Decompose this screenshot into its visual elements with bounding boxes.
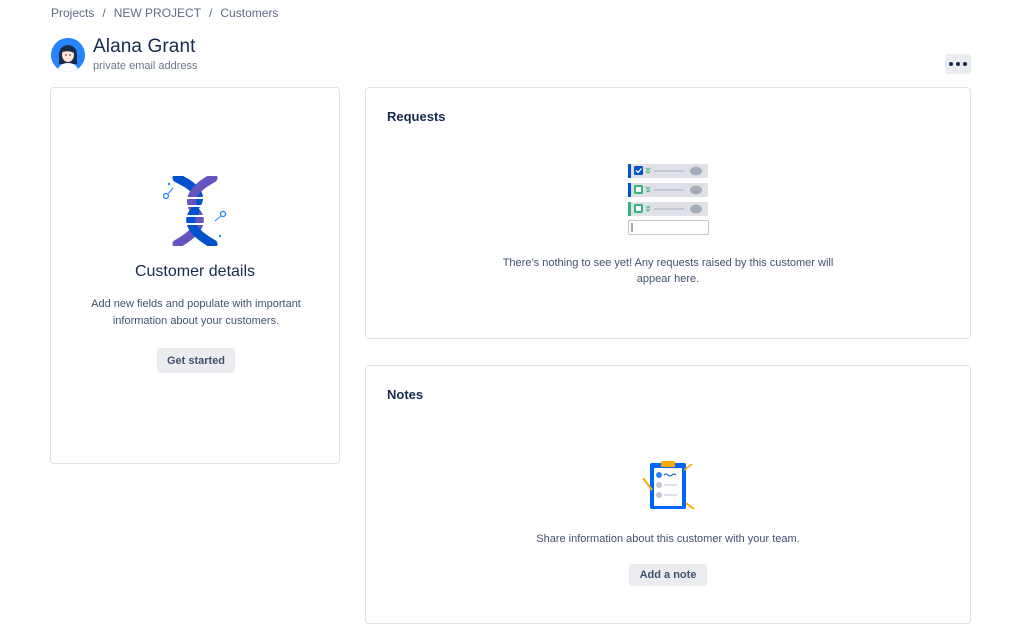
notes-card: Notes Share information about this custo… (365, 365, 971, 624)
customer-name: Alana Grant (93, 36, 196, 57)
breadcrumb-projects[interactable]: Projects (51, 6, 94, 20)
person-avatar-icon (51, 37, 85, 72)
customer-details-card: Customer details Add new fields and popu… (50, 87, 340, 464)
requests-heading: Requests (387, 109, 446, 124)
customer-details-title: Customer details (134, 263, 256, 280)
notes-empty-text: Share information about this customer wi… (536, 533, 800, 545)
clipboard-icon (642, 460, 696, 517)
more-horizontal-icon (949, 62, 953, 66)
notes-heading: Notes (387, 387, 424, 402)
breadcrumb: Projects / NEW PROJECT / Customers (51, 6, 278, 20)
breadcrumb-separator: / (209, 6, 213, 20)
customer-email: private email address (93, 60, 198, 72)
breadcrumb-customers[interactable]: Customers (220, 6, 278, 20)
checklist-icon (626, 162, 710, 241)
breadcrumb-project[interactable]: NEW PROJECT (114, 6, 201, 20)
customer-header: Alana Grant private email address (51, 36, 198, 73)
requests-card: Requests There’s nothing to see yet! Any… (365, 87, 971, 339)
dna-icon (162, 173, 227, 251)
requests-empty-text: There’s nothing to see yet! Any requests… (502, 257, 834, 285)
get-started-button[interactable]: Get started (157, 348, 235, 373)
add-note-button[interactable]: Add a note (629, 564, 707, 586)
customer-details-description: Add new fields and populate with importa… (91, 298, 301, 327)
breadcrumb-separator: / (102, 6, 106, 20)
more-actions-button[interactable] (945, 54, 971, 74)
